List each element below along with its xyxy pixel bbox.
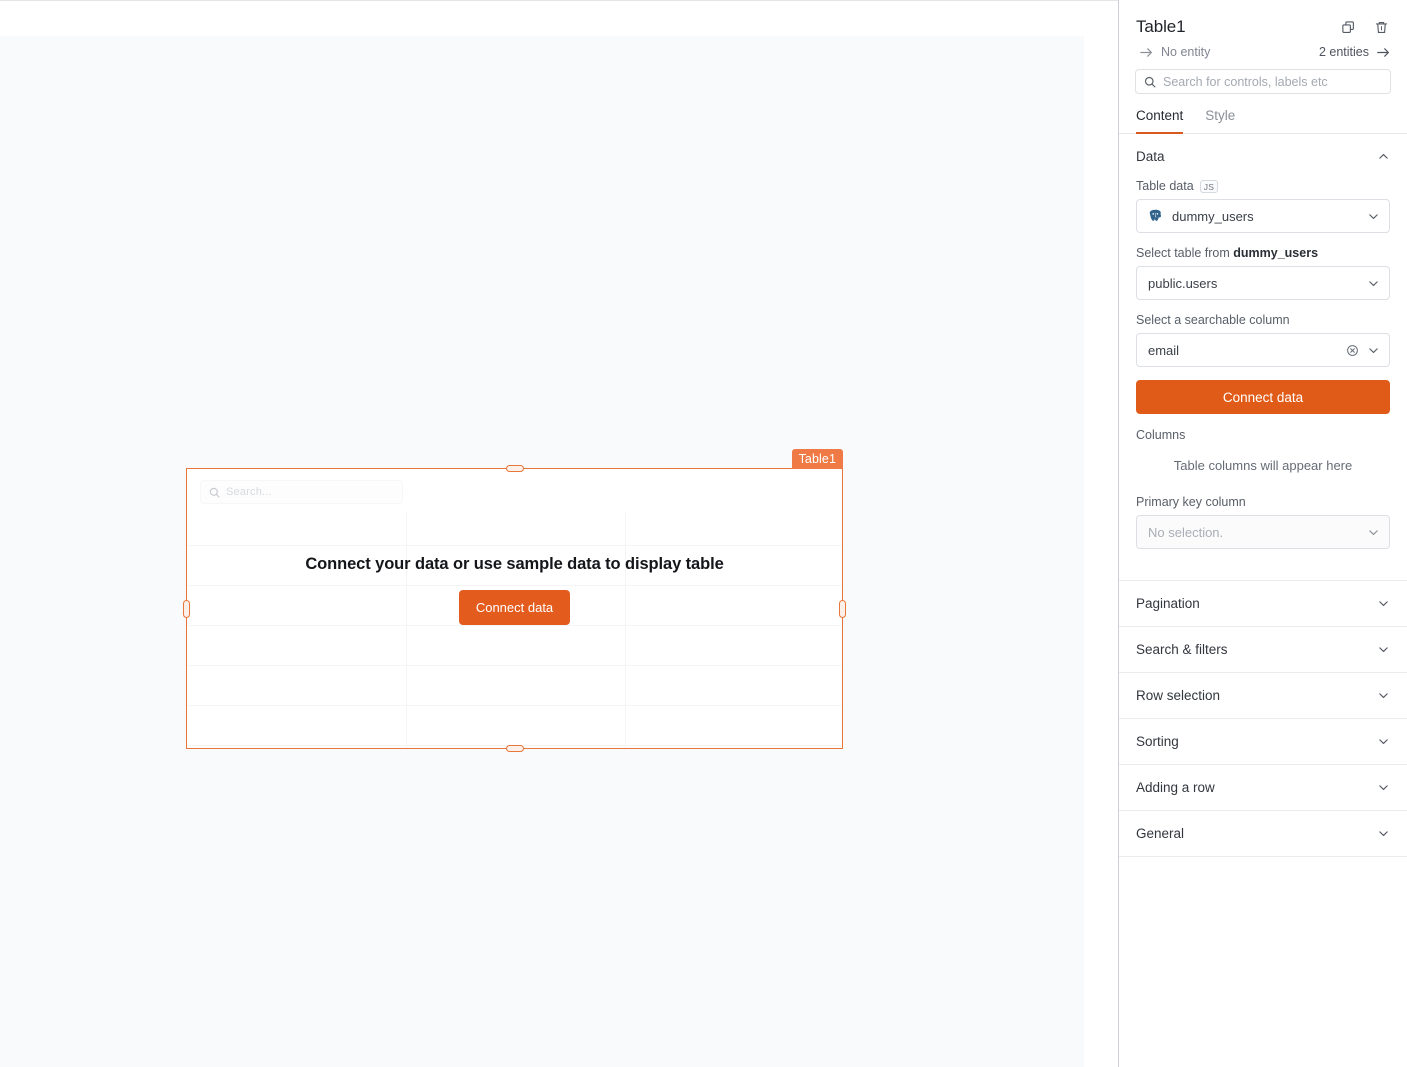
table-search-input[interactable]: Search... (200, 480, 403, 504)
chevron-down-icon (1367, 210, 1380, 223)
panel-header-actions (1338, 17, 1391, 37)
clear-icon[interactable] (1346, 344, 1359, 357)
grid-row-line (187, 625, 842, 626)
grid-col-line (406, 512, 407, 748)
searchable-column-label: Select a searchable column (1136, 313, 1290, 327)
postgresql-icon (1148, 209, 1163, 224)
chevron-down-icon (1377, 689, 1390, 702)
section-pagination-label: Pagination (1136, 596, 1200, 611)
delete-icon[interactable] (1371, 17, 1391, 37)
arrow-right-icon (1140, 47, 1153, 58)
section-sorting-label: Sorting (1136, 734, 1179, 749)
section-pagination-header[interactable]: Pagination (1119, 581, 1407, 626)
primary-key-value: No selection. (1148, 524, 1224, 540)
chevron-down-icon (1377, 827, 1390, 840)
panel-title: Table1 (1136, 17, 1186, 36)
entity-right[interactable]: 2 entities (1319, 45, 1390, 59)
chevron-down-icon (1377, 643, 1390, 656)
section-data-header[interactable]: Data (1119, 134, 1407, 179)
searchable-column-select[interactable]: email (1136, 333, 1390, 367)
resize-handle-right[interactable] (839, 599, 846, 618)
js-badge: JS (1199, 179, 1219, 193)
no-entity-label: No entity (1161, 45, 1211, 59)
tab-content[interactable]: Content (1136, 108, 1184, 134)
tab-style[interactable]: Style (1205, 108, 1235, 133)
section-search-filters-header[interactable]: Search & filters (1119, 627, 1407, 672)
app-root: Table1 Search... Connect your data or us… (0, 0, 1407, 1067)
grid-row-line (187, 665, 842, 666)
chevron-down-icon (1367, 526, 1380, 539)
section-search-filters: Search & filters (1119, 627, 1407, 673)
chevron-down-icon (1367, 277, 1380, 290)
section-data-label: Data (1136, 149, 1165, 164)
section-data-body: Table data JS dummy_users Select table f… (1119, 179, 1407, 580)
editor-area: Table1 Search... Connect your data or us… (0, 0, 1118, 1067)
entity-row: No entity 2 entities (1119, 37, 1407, 59)
primary-key-select[interactable]: No selection. (1136, 515, 1390, 549)
chevron-down-icon (1377, 735, 1390, 748)
entity-left[interactable]: No entity (1140, 45, 1210, 59)
table-skeleton-grid (187, 512, 842, 748)
section-adding-a-row-header[interactable]: Adding a row (1119, 765, 1407, 810)
chevron-down-icon (1367, 344, 1380, 357)
section-general: General (1119, 811, 1407, 857)
inspector-panel: Table1 No entity 2 entities Search for c… (1118, 0, 1407, 1067)
section-search-filters-label: Search & filters (1136, 642, 1228, 657)
table-empty-state: Connect your data or use sample data to … (187, 555, 842, 625)
search-icon (209, 487, 220, 498)
grid-row-line (187, 705, 842, 706)
section-general-label: General (1136, 826, 1185, 841)
section-row-selection-label: Row selection (1136, 688, 1221, 703)
datasource-select[interactable]: dummy_users (1136, 199, 1390, 233)
select-table-label-prefix: Select table from (1136, 246, 1234, 260)
section-sorting-header[interactable]: Sorting (1119, 719, 1407, 764)
table-select-value: public.users (1148, 275, 1218, 291)
section-sorting: Sorting (1119, 719, 1407, 765)
panel-search-input[interactable] (1163, 74, 1382, 89)
chevron-down-icon (1377, 597, 1390, 610)
connect-data-button-panel[interactable]: Connect data (1136, 380, 1390, 414)
resize-handle-top[interactable] (505, 465, 524, 472)
connect-data-button-canvas[interactable]: Connect data (458, 590, 571, 625)
select-table-label-source: dummy_users (1233, 246, 1319, 260)
resize-handle-bottom[interactable] (505, 745, 524, 752)
panel-search-box[interactable] (1135, 69, 1391, 94)
section-pagination: Pagination (1119, 581, 1407, 627)
section-adding-a-row-label: Adding a row (1136, 780, 1215, 795)
empty-state-title: Connect your data or use sample data to … (305, 555, 724, 573)
grid-col-line (625, 512, 626, 748)
columns-empty-text: Table columns will appear here (1173, 458, 1353, 473)
table-data-label: Table data JS (1136, 179, 1390, 193)
widget-toolbar: Search... (187, 469, 842, 512)
resize-handle-left[interactable] (183, 599, 190, 618)
grid-row-line (187, 545, 842, 546)
widget-name-badge[interactable]: Table1 (791, 449, 843, 469)
search-icon (1144, 76, 1156, 88)
arrow-right-icon (1377, 47, 1390, 58)
columns-label: Columns (1136, 428, 1186, 442)
section-row-selection: Row selection (1119, 673, 1407, 719)
primary-key-label: Primary key column (1136, 495, 1246, 509)
panel-header: Table1 (1119, 0, 1407, 37)
duplicate-icon[interactable] (1338, 17, 1358, 37)
section-general-header[interactable]: General (1119, 811, 1407, 856)
select-table-label: Select table from dummy_users (1136, 246, 1390, 260)
entities-count-label: 2 entities (1318, 45, 1369, 59)
section-adding-a-row: Adding a row (1119, 765, 1407, 811)
chevron-down-icon (1377, 781, 1390, 794)
table-widget[interactable]: Table1 Search... Connect your data or us… (183, 449, 846, 752)
section-row-selection-header[interactable]: Row selection (1119, 673, 1407, 718)
datasource-value: dummy_users (1172, 208, 1254, 224)
app-canvas[interactable]: Table1 Search... Connect your data or us… (0, 36, 1084, 1067)
table-select[interactable]: public.users (1136, 266, 1390, 300)
searchable-column-value: email (1148, 342, 1180, 358)
section-data: Data Table data JS dummy_users Select ta… (1119, 134, 1407, 581)
table-search-placeholder: Search... (226, 486, 272, 498)
panel-tabs: Content Style (1119, 94, 1407, 134)
chevron-up-icon (1377, 150, 1390, 163)
